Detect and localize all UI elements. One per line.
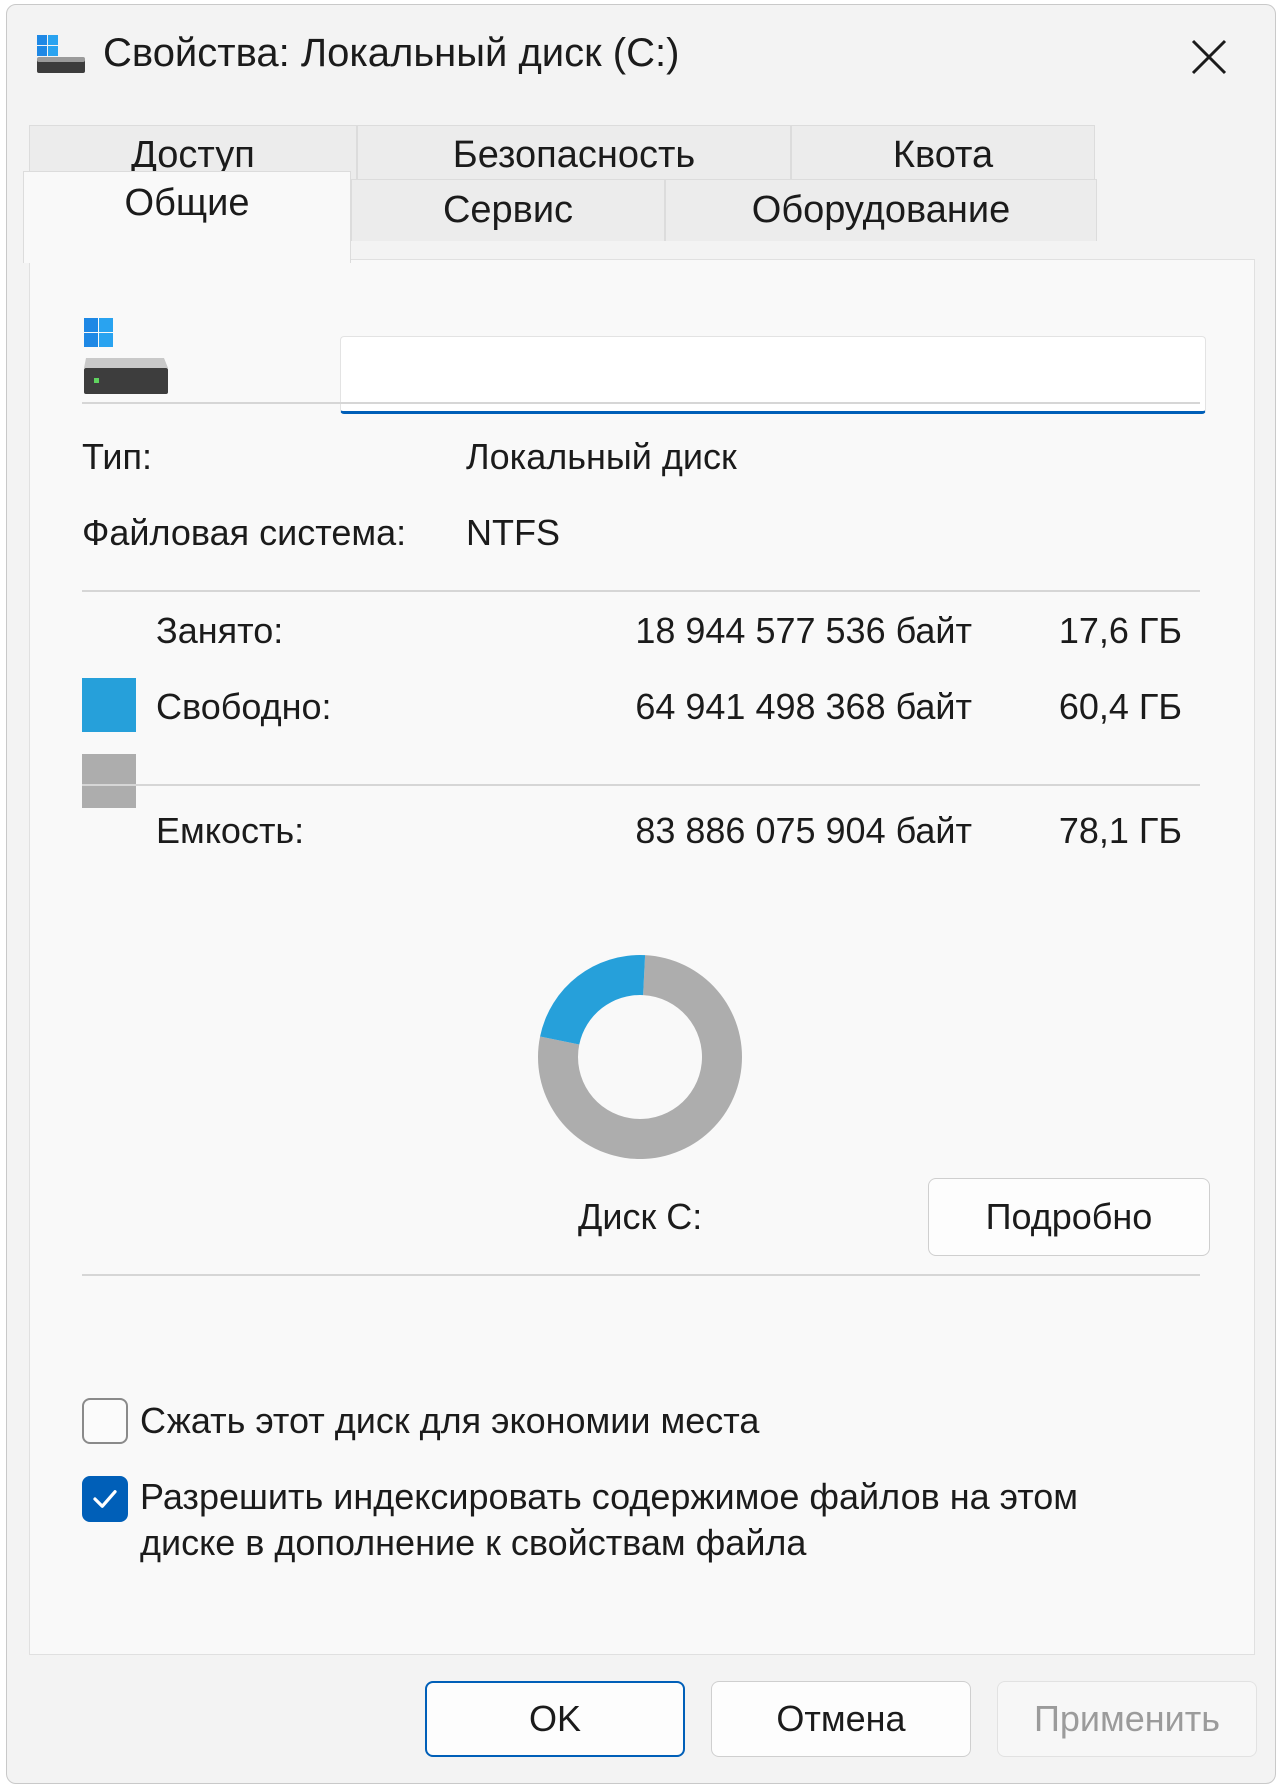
disk-usage-donut bbox=[538, 955, 742, 1159]
used-bytes: 18 944 577 536 байт bbox=[635, 610, 972, 651]
details-button[interactable]: Подробно bbox=[928, 1178, 1210, 1256]
tab-label: Квота bbox=[892, 134, 994, 176]
divider bbox=[82, 784, 1200, 786]
used-space-swatch bbox=[82, 678, 136, 732]
index-label-line1: Разрешить индексировать содержимое файло… bbox=[140, 1476, 1079, 1517]
free-space-swatch bbox=[82, 754, 136, 808]
capacity-label: Емкость: bbox=[156, 810, 305, 851]
window-title: Свойства: Локальный диск (С:) bbox=[103, 31, 680, 75]
tab-label: Сервис bbox=[442, 189, 574, 231]
free-size: 60,4 ГБ bbox=[1058, 686, 1182, 727]
tab-security[interactable]: Безопасность bbox=[357, 125, 791, 185]
tab-general[interactable]: Общие bbox=[23, 171, 351, 263]
tab-label: Оборудование bbox=[751, 189, 1011, 231]
compress-checkbox[interactable] bbox=[82, 1398, 128, 1444]
checkmark-icon bbox=[93, 1490, 117, 1508]
cancel-button[interactable]: Отмена bbox=[711, 1681, 971, 1757]
free-bytes: 64 941 498 368 байт bbox=[635, 686, 972, 727]
divider bbox=[82, 402, 1200, 404]
tab-hardware[interactable]: Оборудование bbox=[665, 179, 1097, 241]
filesystem-label: Файловая система: bbox=[82, 512, 407, 553]
properties-dialog: Свойства: Локальный диск (С:) Доступ Без… bbox=[6, 4, 1276, 1784]
apply-button[interactable]: Применить bbox=[997, 1681, 1257, 1757]
tab-tools[interactable]: Сервис bbox=[351, 179, 665, 241]
divider bbox=[82, 590, 1200, 592]
drive-icon bbox=[84, 318, 168, 394]
free-label: Свободно: bbox=[156, 686, 332, 727]
index-label-line2: диске в дополнение к свойствам файла bbox=[140, 1522, 807, 1563]
close-button[interactable] bbox=[1143, 5, 1275, 109]
drive-icon bbox=[37, 35, 85, 73]
type-value: Локальный диск bbox=[466, 436, 737, 477]
tab-quota[interactable]: Квота bbox=[791, 125, 1095, 185]
used-size: 17,6 ГБ bbox=[1058, 610, 1182, 651]
ok-button[interactable]: OK bbox=[425, 1681, 685, 1757]
compress-label: Сжать этот диск для экономии места bbox=[140, 1400, 760, 1441]
capacity-bytes: 83 886 075 904 байт bbox=[635, 810, 972, 851]
type-label: Тип: bbox=[82, 436, 153, 477]
tab-label: Общие bbox=[124, 182, 250, 224]
general-panel: Тип: Локальный диск Файловая система: NT… bbox=[29, 259, 1255, 1655]
divider bbox=[82, 1274, 1200, 1276]
capacity-size: 78,1 ГБ bbox=[1058, 810, 1182, 851]
used-label: Занято: bbox=[156, 610, 284, 651]
close-icon bbox=[1191, 39, 1227, 75]
filesystem-value: NTFS bbox=[466, 512, 560, 553]
used-space-segment bbox=[540, 955, 646, 1045]
cancel-label: Отмена bbox=[776, 1698, 906, 1739]
index-checkbox[interactable] bbox=[82, 1476, 128, 1522]
title-bar[interactable]: Свойства: Локальный диск (С:) bbox=[7, 5, 1275, 109]
tab-label: Безопасность bbox=[452, 134, 696, 176]
disk-label: Диск С: bbox=[578, 1196, 703, 1237]
ok-label: OK bbox=[528, 1698, 581, 1739]
details-button-label: Подробно bbox=[985, 1196, 1153, 1237]
apply-label: Применить bbox=[1033, 1698, 1220, 1739]
